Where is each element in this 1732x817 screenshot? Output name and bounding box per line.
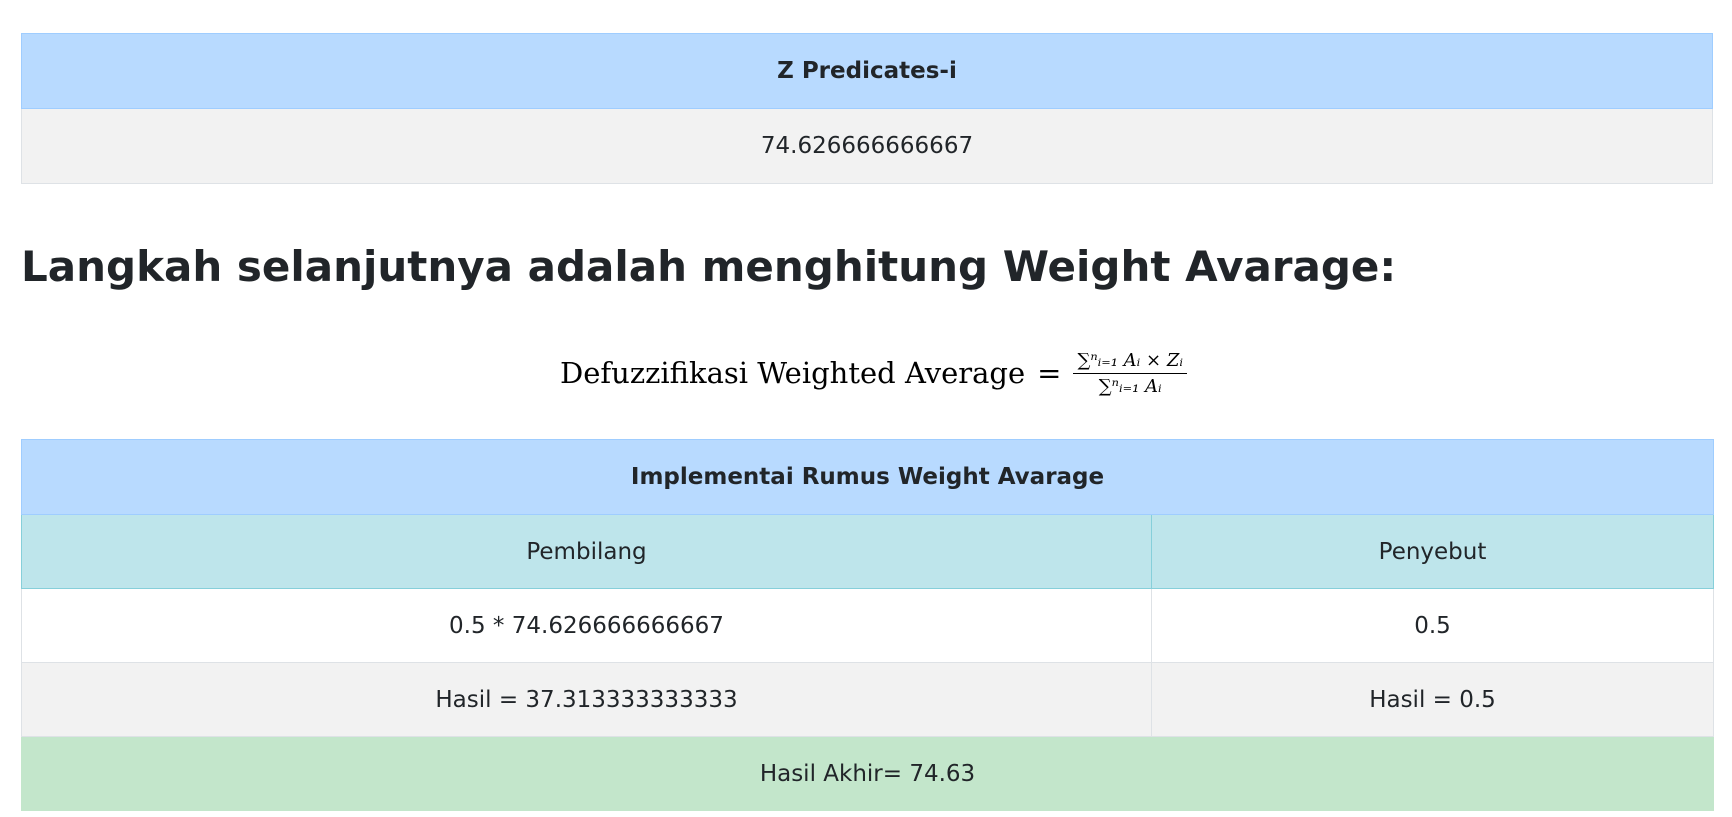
column-header-pembilang: Pembilang <box>21 514 1152 589</box>
table-row: Hasil = 37.313333333333 Hasil = 0.5 <box>21 662 1715 737</box>
section-heading: Langkah selanjutnya adalah menghitung We… <box>21 242 1397 291</box>
z-predicates-value: 74.626666666667 <box>21 108 1713 184</box>
table-cell: Hasil = 37.313333333333 <box>21 662 1152 737</box>
z-predicates-header: Z Predicates-i <box>21 33 1713 109</box>
formula-denominator: ∑ⁿᵢ₌₁ Aᵢ <box>1098 375 1162 397</box>
z-predicates-table: Z Predicates-i 74.626666666667 <box>21 33 1713 184</box>
table-cell: Hasil = 0.5 <box>1150 662 1715 737</box>
weighted-average-formula: Defuzzifikasi Weighted Average = ∑ⁿᵢ₌₁ A… <box>560 338 1187 408</box>
formula-numerator: ∑ⁿᵢ₌₁ Aᵢ × Zᵢ <box>1073 350 1187 374</box>
implementation-table: Implementai Rumus Weight Avarage Pembila… <box>20 439 1715 811</box>
column-header-row: Pembilang Penyebut <box>21 514 1715 589</box>
page: Z Predicates-i 74.626666666667 Langkah s… <box>0 0 1732 817</box>
formula-lhs: Defuzzifikasi Weighted Average <box>560 356 1026 390</box>
table-cell: 0.5 * 74.626666666667 <box>21 588 1152 663</box>
table-cell: 0.5 <box>1150 588 1715 663</box>
table-row: 0.5 * 74.626666666667 0.5 <box>21 588 1715 663</box>
implementation-header: Implementai Rumus Weight Avarage <box>20 439 1715 515</box>
final-result: Hasil Akhir= 74.63 <box>20 736 1715 811</box>
column-header-penyebut: Penyebut <box>1150 514 1715 589</box>
formula-fraction: ∑ⁿᵢ₌₁ Aᵢ × Zᵢ ∑ⁿᵢ₌₁ Aᵢ <box>1073 350 1187 397</box>
formula-equals: = <box>1037 356 1062 390</box>
